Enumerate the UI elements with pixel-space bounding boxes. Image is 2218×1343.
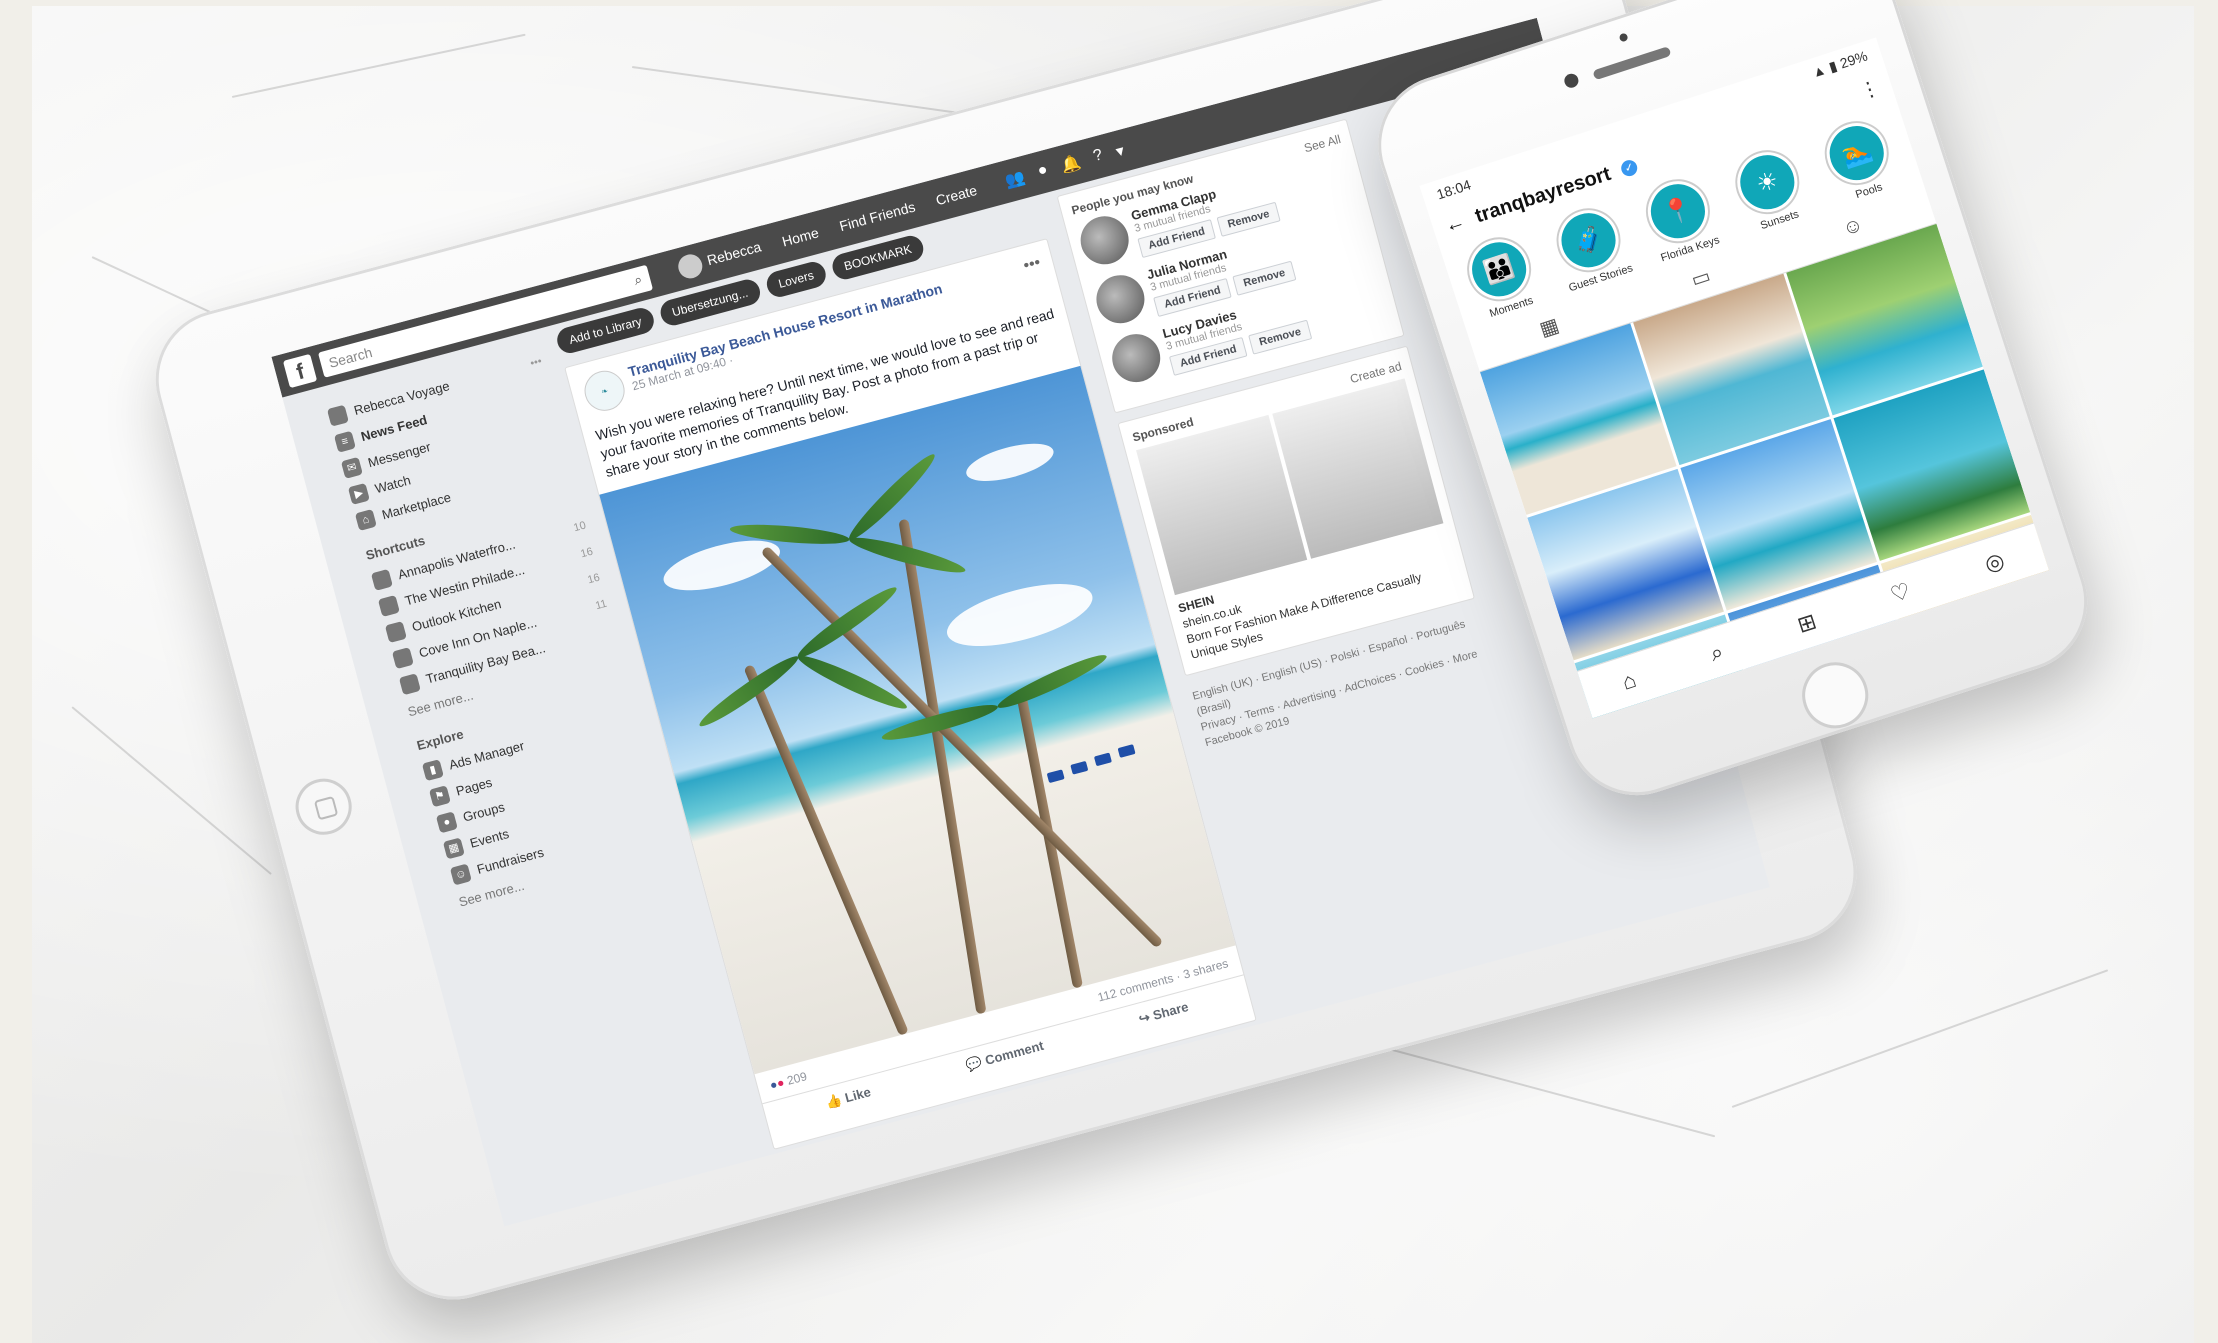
battery-percent: 29% xyxy=(1837,47,1870,72)
groups-icon: ● xyxy=(435,810,458,833)
avatar xyxy=(675,251,705,282)
notifications-icon[interactable]: 🔔 xyxy=(1059,152,1083,176)
page-icon xyxy=(398,672,421,695)
tagged-tab-icon[interactable]: ☺ xyxy=(1840,213,1867,243)
events-icon: ▦ xyxy=(442,836,465,859)
marketplace-icon: ⌂ xyxy=(354,508,377,531)
avatar xyxy=(326,404,349,427)
comment-label: Comment xyxy=(983,1037,1046,1068)
fundraisers-icon: ☺ xyxy=(449,863,472,886)
share-label: Share xyxy=(1151,999,1191,1023)
page-avatar[interactable]: ❧ xyxy=(580,366,630,416)
more-icon[interactable]: ••• xyxy=(529,355,543,370)
avatar[interactable] xyxy=(1091,269,1150,329)
share-icon: ↪ xyxy=(1137,1009,1152,1027)
home-icon[interactable]: ⌂ xyxy=(1619,666,1640,695)
share-button[interactable]: ↪ Share xyxy=(1137,999,1190,1028)
watch-icon: ▶ xyxy=(347,482,370,505)
nav-create[interactable]: Create xyxy=(934,182,979,208)
nav-find-friends[interactable]: Find Friends xyxy=(838,199,917,235)
see-all-link[interactable]: See All xyxy=(1303,132,1343,155)
reaction-count[interactable]: ●● 209 xyxy=(768,1069,808,1092)
grid-tab-icon[interactable]: ▦ xyxy=(1536,312,1562,342)
messenger-icon: ✉ xyxy=(340,456,363,479)
nav-home[interactable]: Home xyxy=(780,224,820,249)
profile-icon[interactable]: ◎ xyxy=(1981,547,2007,578)
verified-badge-icon: ✓ xyxy=(1619,157,1640,178)
search-icon[interactable]: ⌕ xyxy=(1707,638,1727,667)
page-icon xyxy=(391,646,414,669)
nav-profile[interactable]: Rebecca xyxy=(675,236,765,282)
explore-label: Pages xyxy=(454,774,494,799)
igtv-tab-icon[interactable]: ▭ xyxy=(1688,263,1714,293)
reaction-number: 209 xyxy=(785,1069,809,1088)
shortcut-count: 10 xyxy=(572,519,588,534)
shortcut-count: 16 xyxy=(579,545,595,560)
page-icon xyxy=(384,620,407,643)
phone-camera xyxy=(1562,71,1581,90)
signal-icon: ▲ xyxy=(1809,60,1829,81)
messenger-icon[interactable]: ● xyxy=(1036,161,1051,183)
friends-icon[interactable]: 👥 xyxy=(1003,167,1028,191)
menu-caret-icon[interactable]: ▾ xyxy=(1114,141,1127,162)
nav-user-label: Rebecca xyxy=(705,238,763,269)
avatar[interactable] xyxy=(1075,210,1135,270)
like-label: Like xyxy=(843,1084,873,1106)
sidebar-item-label: Watch xyxy=(373,472,413,497)
phone-speaker xyxy=(1592,46,1672,81)
shortcut-count: 11 xyxy=(593,597,609,612)
avatar[interactable] xyxy=(1106,328,1166,388)
comment-icon: 💬 xyxy=(964,1054,984,1073)
back-arrow-icon[interactable]: ← xyxy=(1442,210,1468,238)
shortcut-count: 16 xyxy=(586,571,602,586)
heart-icon[interactable]: ♡ xyxy=(1887,577,1914,608)
thumbs-up-icon: 👍 xyxy=(824,1091,844,1111)
like-button[interactable]: 👍 Like xyxy=(824,1084,872,1111)
status-time: 18:04 xyxy=(1434,176,1473,203)
tablet-home-button[interactable] xyxy=(289,772,358,842)
ads-manager-icon: ▮ xyxy=(421,758,444,781)
shares-count[interactable]: 3 shares xyxy=(1182,956,1230,981)
phone-home-button[interactable] xyxy=(1793,653,1877,737)
search-placeholder: Search xyxy=(326,343,374,371)
page-icon xyxy=(370,568,393,591)
news-feed-icon: ≡ xyxy=(333,430,356,453)
page-icon xyxy=(377,594,400,617)
phone-sensor xyxy=(1618,32,1629,43)
battery-icon: ▮ xyxy=(1826,57,1840,76)
search-icon[interactable]: ⌕ xyxy=(632,271,644,289)
pool-icon: 🏊 xyxy=(1818,115,1895,191)
explore-label: Events xyxy=(468,826,511,851)
post-more-icon[interactable]: ••• xyxy=(1022,254,1049,297)
help-icon[interactable]: ? xyxy=(1091,146,1105,168)
more-options-icon[interactable]: ⋮ xyxy=(1856,75,1883,105)
pages-icon: ⚑ xyxy=(428,784,451,807)
facebook-logo-icon[interactable]: f xyxy=(282,353,318,389)
add-post-icon[interactable]: ⊞ xyxy=(1794,608,1820,638)
